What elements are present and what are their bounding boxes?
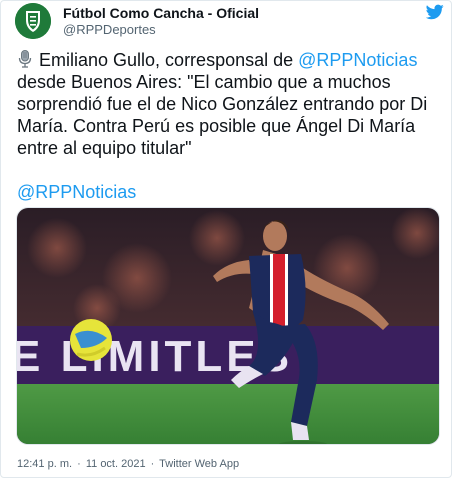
meta-separator-1: · [77,458,81,470]
meta-separator-2: · [150,458,155,470]
tweet-text: Emiliano Gullo, corresponsal de @RPPNoti… [17,49,445,203]
tweet-text-part-2: desde Buenos Aires: "El cambio que a muc… [17,72,428,158]
tweet-photo[interactable]: E LIMITLES [16,207,440,445]
microphone-icon [18,50,32,68]
twitter-bird-icon[interactable] [426,4,444,20]
club-crest-icon [15,3,51,39]
author-handle[interactable]: @RPPDeportes [63,22,156,37]
tweet-meta: 12:41 p. m. · 11 oct. 2021 · Twitter Web… [17,458,241,470]
tweet-body: Emiliano Gullo, corresponsal de @RPPNoti… [17,49,445,159]
tweet-source[interactable]: Twitter Web App [159,458,239,470]
mention-link-footer[interactable]: @RPPNoticias [17,182,136,202]
author-name[interactable]: Fútbol Como Cancha - Oficial [63,5,259,21]
soccer-player-photo: E LIMITLES [17,208,439,444]
mention-link[interactable]: @RPPNoticias [298,50,417,70]
tweet-time[interactable]: 12:41 p. m. [17,458,72,470]
tweet-card: Fútbol Como Cancha - Oficial @RPPDeporte… [0,0,452,478]
tweet-text-part-1: Emiliano Gullo, corresponsal de [39,50,299,70]
avatar[interactable] [15,3,51,39]
tweet-tag-line: @RPPNoticias [17,181,445,203]
tweet-date[interactable]: 11 oct. 2021 [86,458,146,470]
